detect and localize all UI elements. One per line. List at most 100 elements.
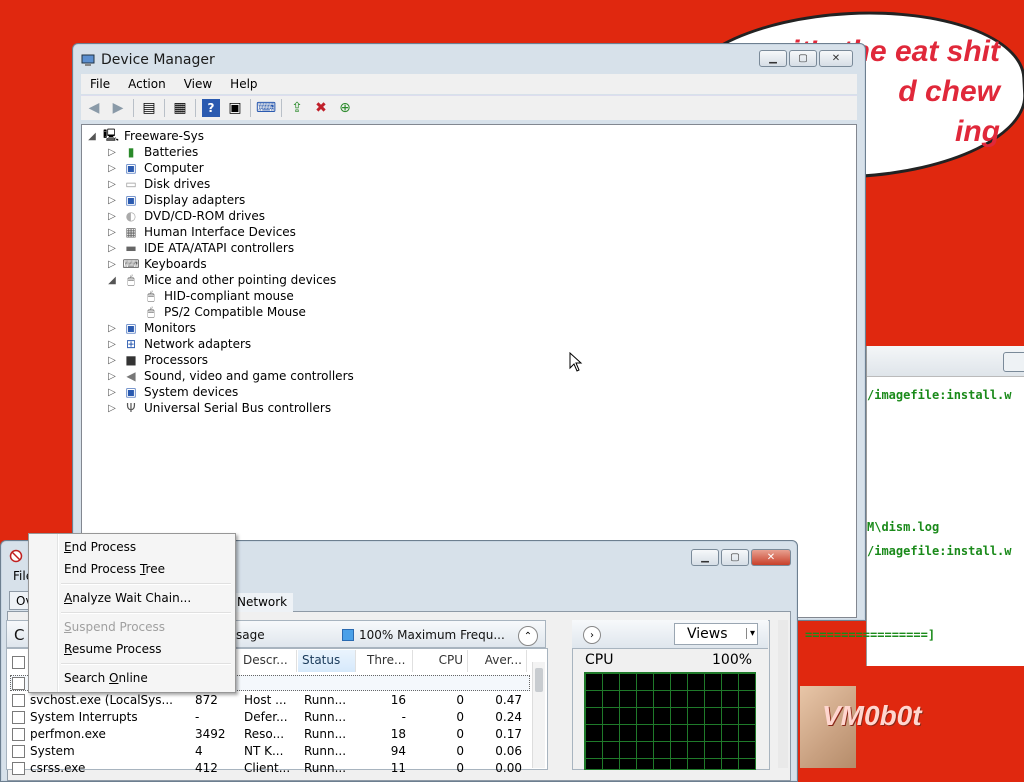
menu-item-end-process-tree[interactable]: End Process Tree (64, 562, 165, 576)
tree-item-network-adapters[interactable]: ▷ ⊞ Network adapters (106, 336, 251, 352)
table-row[interactable]: csrss.exe 412 Client... Runn... 11 0 0.00 (10, 760, 530, 777)
table-row[interactable]: System 4 NT K... Runn... 94 0 0.06 (10, 743, 530, 760)
menu-view[interactable]: View (175, 74, 221, 94)
tab-network[interactable]: Network (231, 593, 294, 612)
dropdown-arrow-icon[interactable]: ▾ (745, 628, 755, 639)
menu-item-resume-process[interactable]: Resume Process (64, 642, 161, 656)
expand-arrow-icon[interactable]: ▷ (106, 227, 118, 238)
expand-arrow-icon[interactable]: ▷ (106, 259, 118, 270)
back-arrow-icon[interactable]: ◀ (85, 99, 103, 117)
console-title-bar[interactable] (867, 346, 1024, 377)
column-status[interactable]: Status (298, 650, 356, 672)
toolbar-separator (164, 99, 165, 117)
tree-item-usb[interactable]: ▷ Ψ Universal Serial Bus controllers (106, 400, 331, 416)
expand-panel-icon[interactable]: › (583, 626, 601, 644)
select-all-checkbox[interactable] (12, 656, 25, 669)
toolbar: ◀ ▶ ▤ ▦ ? ▣ ⌨ ⇪ ✖ ⊕ (81, 95, 857, 120)
column-average[interactable]: Aver... (469, 650, 527, 672)
properties-icon[interactable]: ▦ (171, 99, 189, 117)
column-threads[interactable]: Thre... (357, 650, 413, 672)
row-checkbox[interactable] (12, 711, 25, 724)
tree-item-sound[interactable]: ▷ ◀ Sound, video and game controllers (106, 368, 354, 384)
minimize-button[interactable]: ▁ (759, 50, 787, 67)
menu-item-search-online[interactable]: Search Online (64, 671, 148, 685)
console-minimize-button[interactable] (1003, 352, 1024, 372)
usb-icon: Ψ (126, 401, 136, 415)
row-checkbox[interactable] (12, 728, 25, 741)
minimize-button[interactable]: ▁ (691, 549, 719, 566)
task-manager-icon (9, 549, 23, 563)
process-cpu: 0 (456, 710, 464, 724)
table-row[interactable]: svchost.exe (LocalSys... 872 Host ... Runn.… (10, 692, 530, 709)
table-row[interactable]: perfmon.exe 3492 Reso... Runn... 18 0 0.17 (10, 726, 530, 743)
update-driver-icon[interactable]: ⇪ (288, 99, 306, 117)
tree-root[interactable]: ◢ 🖳 Freeware-Sys (86, 128, 204, 144)
tree-item-computer[interactable]: ▷ ▣ Computer (106, 160, 204, 176)
tree-item-monitors[interactable]: ▷ ▣ Monitors (106, 320, 196, 336)
tree-item-processors[interactable]: ▷ ■ Processors (106, 352, 208, 368)
tree-item-disk-drives[interactable]: ▷ ▭ Disk drives (106, 176, 210, 192)
tree-item-label: Batteries (144, 145, 199, 159)
tree-item-mice[interactable]: ◢ 🖱 Mice and other pointing devices (106, 272, 336, 288)
tree-item-label: DVD/CD-ROM drives (144, 209, 266, 223)
expand-arrow-icon[interactable]: ▷ (106, 387, 118, 398)
collapse-section-icon[interactable]: ⌃ (518, 626, 538, 646)
expand-arrow-icon[interactable]: ▷ (106, 355, 118, 366)
tree-item-keyboards[interactable]: ▷ ⌨ Keyboards (106, 256, 207, 272)
expand-arrow-icon[interactable]: ▷ (106, 323, 118, 334)
expand-arrow-icon[interactable]: ▷ (106, 211, 118, 222)
tree-child-hid-mouse[interactable]: 🖱 HID-compliant mouse (144, 288, 293, 304)
close-button[interactable]: ✕ (751, 549, 791, 566)
expand-arrow-icon[interactable]: ▷ (106, 339, 118, 350)
tree-child-ps2-mouse[interactable]: 🖱 PS/2 Compatible Mouse (144, 304, 305, 320)
tree-item-label: Mice and other pointing devices (144, 273, 337, 287)
expand-arrow-icon[interactable]: ▷ (106, 403, 118, 414)
expand-arrow-icon[interactable]: ▷ (106, 195, 118, 206)
menu-help[interactable]: Help (221, 74, 266, 94)
console-window[interactable]: /imagefile:install.w M\dism.log /imagefi… (805, 346, 1024, 666)
tree-item-batteries[interactable]: ▷ ▮ Batteries (106, 144, 198, 160)
table-row[interactable]: System Interrupts - Defer... Runn... - 0 0.24 (10, 709, 530, 726)
row-checkbox[interactable] (12, 677, 25, 690)
scan-hardware-icon[interactable]: ⌨ (256, 99, 276, 117)
expand-arrow-icon[interactable]: ▷ (106, 371, 118, 382)
enable-device-icon[interactable]: ⊕ (336, 99, 354, 117)
network-adapter-icon: ⊞ (125, 337, 137, 351)
expand-arrow-icon[interactable]: ▷ (106, 147, 118, 158)
process-threads: 16 (390, 693, 406, 707)
action-pane-icon[interactable]: ▣ (226, 99, 244, 117)
forward-arrow-icon[interactable]: ▶ (109, 99, 127, 117)
close-button[interactable]: ✕ (819, 50, 853, 67)
help-icon[interactable]: ? (202, 99, 220, 117)
views-dropdown[interactable]: Views ▾ (674, 623, 758, 645)
expand-arrow-icon[interactable]: ▷ (106, 163, 118, 174)
process-status: Runn... (304, 693, 347, 707)
menu-action[interactable]: Action (119, 74, 175, 94)
row-checkbox[interactable] (12, 694, 25, 707)
column-description[interactable]: Descr... (239, 650, 297, 672)
tree-item-hid[interactable]: ▷ ▦ Human Interface Devices (106, 224, 296, 240)
maximize-button[interactable]: ▢ (721, 549, 749, 566)
menu-file[interactable]: File (81, 74, 119, 94)
tree-item-label: Computer (144, 161, 204, 175)
process-grid-scrollbar[interactable] (532, 662, 545, 768)
expand-arrow-icon[interactable]: ▷ (106, 243, 118, 254)
collapse-arrow-icon[interactable]: ◢ (86, 131, 98, 142)
tree-item-ide-controllers[interactable]: ▷ ▬ IDE ATA/ATAPI controllers (106, 240, 294, 256)
maximize-button[interactable]: ▢ (789, 50, 817, 67)
expand-arrow-icon[interactable]: ▷ (106, 179, 118, 190)
show-hide-console-tree-icon[interactable]: ▤ (140, 99, 158, 117)
row-checkbox[interactable] (12, 762, 25, 775)
graph-panel-scrollbar[interactable] (778, 620, 788, 768)
collapse-arrow-icon[interactable]: ◢ (106, 275, 118, 286)
tree-item-display-adapters[interactable]: ▷ ▣ Display adapters (106, 192, 245, 208)
scrollbar-thumb[interactable] (535, 668, 543, 692)
toolbar-separator (281, 99, 282, 117)
menu-item-end-process[interactable]: End Process (64, 540, 136, 554)
menu-item-analyze-wait-chain[interactable]: Analyze Wait Chain... (64, 591, 191, 605)
uninstall-icon[interactable]: ✖ (312, 99, 330, 117)
row-checkbox[interactable] (12, 745, 25, 758)
tree-item-system-devices[interactable]: ▷ ▣ System devices (106, 384, 238, 400)
tree-item-dvd-drives[interactable]: ▷ ◐ DVD/CD-ROM drives (106, 208, 265, 224)
column-cpu[interactable]: CPU (414, 650, 468, 672)
